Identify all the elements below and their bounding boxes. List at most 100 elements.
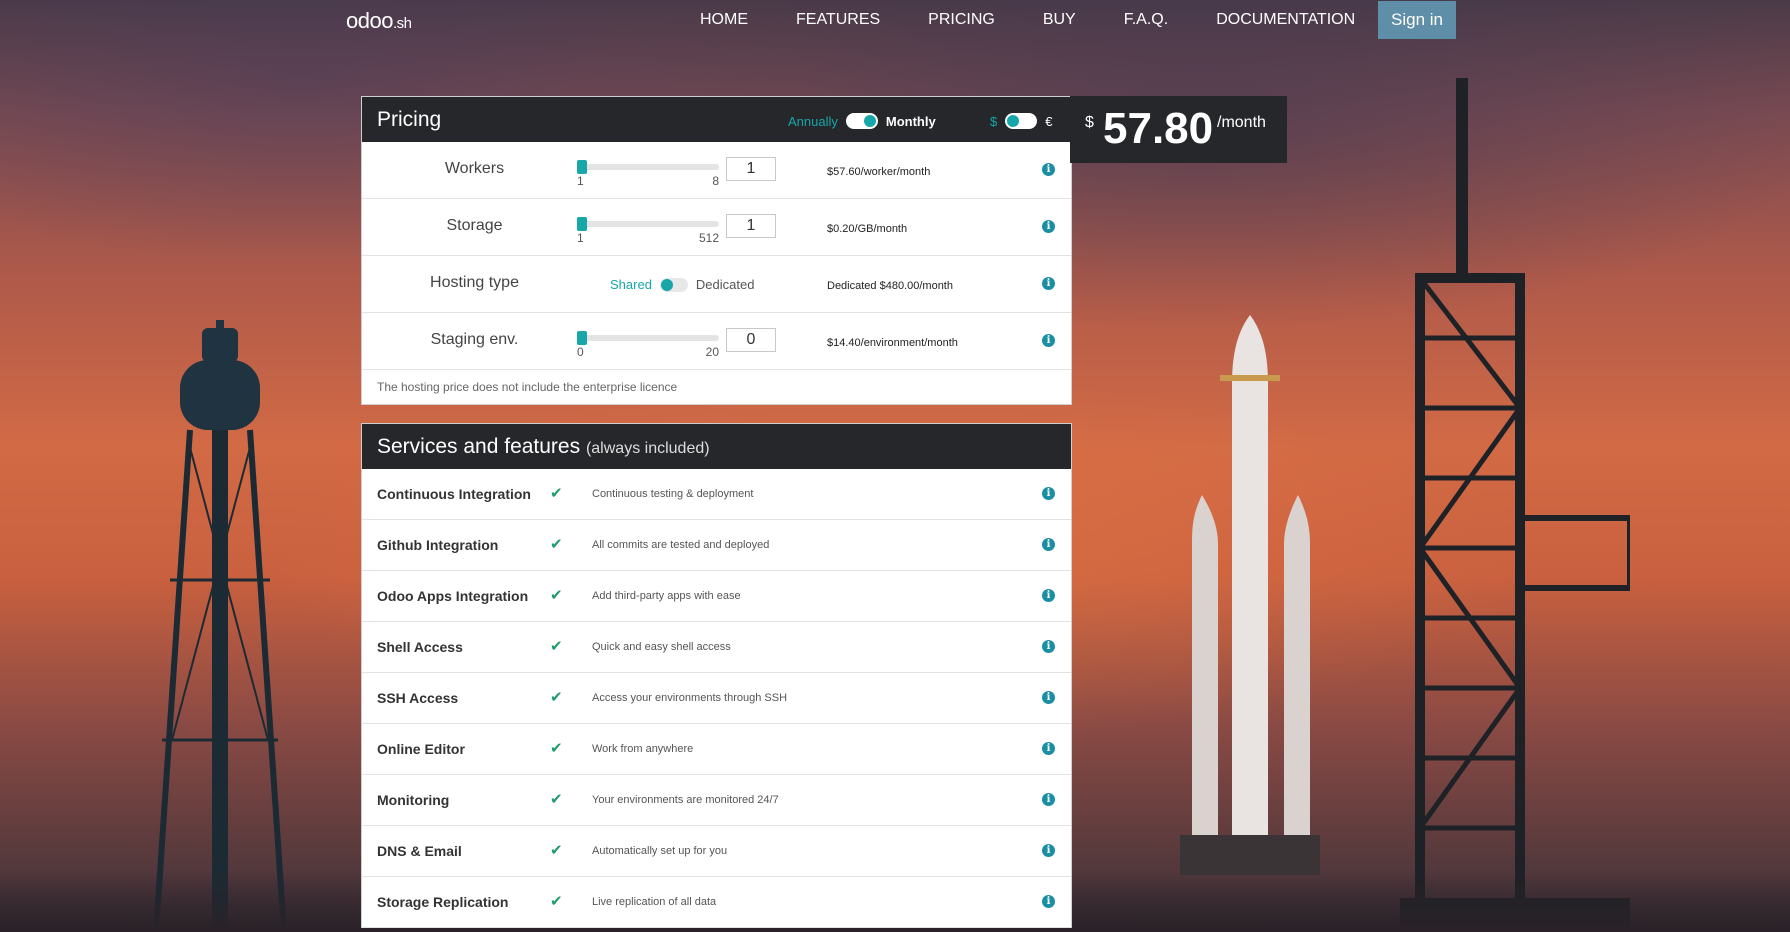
service-description: Work from anywhere bbox=[592, 743, 694, 755]
nav-link-buy[interactable]: BUY bbox=[1043, 11, 1076, 29]
service-row: Monitoring ✔ Your environments are monit… bbox=[362, 775, 1071, 826]
check-icon: ✔ bbox=[550, 485, 563, 502]
service-description: Live replication of all data bbox=[592, 896, 717, 908]
info-icon[interactable]: i bbox=[1042, 487, 1055, 500]
currency-eur-label[interactable]: € bbox=[1045, 114, 1052, 129]
service-row: Shell Access ✔ Quick and easy shell acce… bbox=[362, 622, 1071, 673]
service-name: Storage Replication bbox=[377, 894, 509, 910]
service-name: DNS & Email bbox=[377, 843, 462, 859]
service-name: Github Integration bbox=[377, 537, 499, 553]
service-description: All commits are tested and deployed bbox=[592, 539, 770, 551]
services-title: Services and features (always included) bbox=[377, 435, 710, 459]
services-subtitle: (always included) bbox=[585, 440, 710, 457]
workers-label: Workers bbox=[444, 160, 505, 177]
licence-note: The hosting price does not include the e… bbox=[377, 380, 678, 394]
hosting-type-toggle[interactable] bbox=[659, 277, 688, 292]
service-row: SSH Access ✔ Access your environments th… bbox=[362, 673, 1071, 724]
workers-slider[interactable] bbox=[577, 160, 719, 174]
nav-link-pricing[interactable]: PRICING bbox=[928, 11, 995, 29]
info-icon[interactable]: i bbox=[1042, 220, 1055, 233]
storage-max: 512 bbox=[698, 231, 719, 245]
launch-tower-image bbox=[1400, 78, 1630, 932]
slider-thumb[interactable] bbox=[577, 331, 587, 345]
storage-label: Storage bbox=[446, 217, 503, 234]
info-icon[interactable]: i bbox=[1042, 163, 1055, 176]
info-icon[interactable]: i bbox=[1042, 589, 1055, 602]
service-name: Online Editor bbox=[377, 741, 465, 757]
pricing-header: Pricing Annually Monthly $ € bbox=[362, 97, 1071, 142]
service-row: Continuous Integration ✔ Continuous test… bbox=[362, 469, 1071, 520]
check-icon: ✔ bbox=[550, 638, 563, 655]
odoo-sh-logo[interactable]: odoo.sh bbox=[346, 8, 412, 34]
service-row: Github Integration ✔ All commits are tes… bbox=[362, 520, 1071, 571]
water-tower-image bbox=[153, 320, 287, 932]
service-row: Online Editor ✔ Work from anywhere i bbox=[362, 724, 1071, 775]
service-name: Monitoring bbox=[377, 792, 450, 808]
workers-price: $57.60/worker/month bbox=[827, 166, 931, 178]
storage-slider[interactable] bbox=[577, 217, 719, 231]
hosting-dedicated-label[interactable]: Dedicated bbox=[696, 277, 755, 292]
sign-in-button[interactable]: Sign in bbox=[1378, 1, 1456, 39]
info-icon[interactable]: i bbox=[1042, 844, 1055, 857]
storage-row: Storage 1 512 1 $0.20/GB/month i bbox=[362, 199, 1071, 256]
currency-usd-label[interactable]: $ bbox=[990, 114, 997, 129]
nav-link-documentation[interactable]: DOCUMENTATION bbox=[1216, 11, 1355, 29]
workers-row: Workers 1 8 1 $57.60/worker/month i bbox=[362, 142, 1071, 199]
service-description: Quick and easy shell access bbox=[592, 641, 731, 653]
staging-price: $14.40/environment/month bbox=[827, 337, 958, 349]
info-icon[interactable]: i bbox=[1042, 691, 1055, 704]
hosting-shared-label[interactable]: Shared bbox=[610, 277, 652, 292]
period-annually-label[interactable]: Annually bbox=[788, 114, 838, 129]
workers-input[interactable]: 1 bbox=[726, 157, 776, 181]
top-navigation: odoo.sh HOME FEATURES PRICING BUY F.A.Q.… bbox=[0, 0, 1790, 40]
pricing-panel: Pricing Annually Monthly $ € Workers 1 8… bbox=[361, 96, 1072, 405]
slider-thumb[interactable] bbox=[577, 160, 587, 174]
check-icon: ✔ bbox=[550, 689, 563, 706]
billing-period-toggle[interactable] bbox=[845, 113, 878, 129]
period-monthly-label[interactable]: Monthly bbox=[886, 114, 936, 129]
staging-row: Staging env. 0 20 0 $14.40/environment/m… bbox=[362, 313, 1071, 370]
service-description: Your environments are monitored 24/7 bbox=[592, 794, 779, 806]
toggle-knob bbox=[1007, 115, 1020, 127]
hosting-price: Dedicated $480.00/month bbox=[827, 280, 953, 292]
check-icon: ✔ bbox=[550, 842, 563, 859]
service-name: SSH Access bbox=[377, 690, 459, 706]
service-name: Odoo Apps Integration bbox=[377, 588, 529, 604]
check-icon: ✔ bbox=[550, 791, 563, 808]
nav-link-home[interactable]: HOME bbox=[700, 11, 748, 29]
service-description: Add third-party apps with ease bbox=[592, 590, 741, 602]
currency-toggle[interactable] bbox=[1005, 113, 1038, 129]
staging-slider[interactable] bbox=[577, 331, 719, 345]
service-description: Continuous testing & deployment bbox=[592, 488, 754, 500]
nav-links: HOME FEATURES PRICING BUY F.A.Q. DOCUMEN… bbox=[700, 0, 1403, 40]
service-name: Continuous Integration bbox=[377, 486, 531, 502]
staging-input[interactable]: 0 bbox=[726, 328, 776, 352]
info-icon[interactable]: i bbox=[1042, 793, 1055, 806]
service-description: Automatically set up for you bbox=[592, 845, 728, 857]
storage-input[interactable]: 1 bbox=[726, 214, 776, 238]
service-row: DNS & Email ✔ Automatically set up for y… bbox=[362, 826, 1071, 877]
nav-link-faq[interactable]: F.A.Q. bbox=[1124, 11, 1168, 29]
storage-min: 1 bbox=[577, 231, 584, 245]
check-icon: ✔ bbox=[550, 536, 563, 553]
info-icon[interactable]: i bbox=[1042, 334, 1055, 347]
billing-period-switch: Annually Monthly bbox=[788, 113, 936, 129]
toggle-knob bbox=[863, 115, 876, 127]
info-icon[interactable]: i bbox=[1042, 277, 1055, 290]
workers-max: 8 bbox=[712, 174, 719, 188]
info-icon[interactable]: i bbox=[1042, 895, 1055, 908]
total-price-box: $ 57.80 /month bbox=[1070, 96, 1287, 163]
workers-min: 1 bbox=[577, 174, 584, 188]
hosting-type-row: Hosting type Shared Dedicated Dedicated … bbox=[362, 256, 1071, 313]
total-currency: $ bbox=[1085, 114, 1094, 131]
toggle-knob bbox=[660, 278, 673, 291]
logo-suffix: .sh bbox=[392, 15, 412, 32]
slider-thumb[interactable] bbox=[577, 217, 587, 231]
info-icon[interactable]: i bbox=[1042, 538, 1055, 551]
info-icon[interactable]: i bbox=[1042, 742, 1055, 755]
total-amount: 57.80 bbox=[1103, 104, 1214, 153]
nav-link-features[interactable]: FEATURES bbox=[796, 11, 880, 29]
services-header: Services and features (always included) bbox=[362, 424, 1071, 469]
info-icon[interactable]: i bbox=[1042, 640, 1055, 653]
service-description: Access your environments through SSH bbox=[592, 692, 788, 704]
